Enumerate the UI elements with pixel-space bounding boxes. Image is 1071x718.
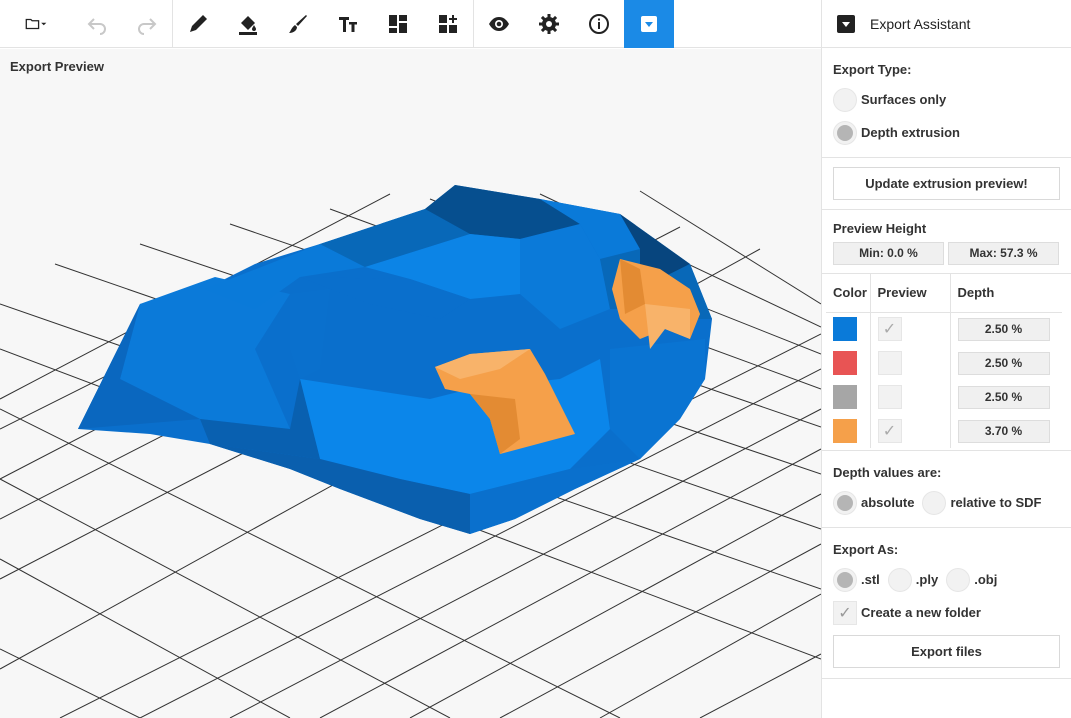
viewport-title: Export Preview: [10, 59, 104, 74]
absolute-radio[interactable]: [833, 490, 857, 515]
color-cell: [826, 346, 870, 380]
panel-header: Export Assistant: [822, 0, 1071, 48]
table-row: 2.50 %: [826, 380, 1062, 414]
new-folder-checkbox[interactable]: ✓: [833, 600, 857, 625]
color-swatch[interactable]: [833, 419, 857, 443]
preview-checkbox[interactable]: [877, 385, 902, 409]
obj-label: .obj: [974, 572, 998, 587]
depth-input[interactable]: 3.70 %: [957, 419, 1050, 443]
ply-option[interactable]: .ply: [887, 567, 939, 592]
preview-height-section: Preview Height Min: 0.0 % Max: 57.3 %: [822, 210, 1071, 274]
stl-radio[interactable]: [833, 567, 857, 592]
preview-cell: ✓: [869, 414, 950, 448]
panel-title: Export Assistant: [870, 15, 971, 32]
color-cell: [826, 414, 870, 448]
color-swatch[interactable]: [833, 317, 857, 342]
info-icon[interactable]: [574, 0, 624, 48]
add-widget-icon[interactable]: [423, 0, 473, 48]
surfaces-only-radio[interactable]: [833, 87, 857, 112]
table-row: 2.50 %: [826, 346, 1062, 380]
export-as-label: Export As:: [833, 542, 899, 557]
export-files-button[interactable]: Export files: [833, 635, 1060, 668]
mesh-model: [78, 185, 712, 534]
layout-icon[interactable]: [373, 0, 423, 48]
export-icon[interactable]: [624, 0, 674, 48]
depth-cell: 2.50 %: [949, 380, 1062, 414]
ply-label: .ply: [915, 572, 939, 587]
depth-values-label: Depth values are:: [833, 465, 942, 480]
export-preview-viewport[interactable]: Export Preview: [0, 49, 821, 718]
preview-height-label: Preview Height: [833, 221, 927, 236]
depth-cell: 3.70 %: [949, 414, 1062, 448]
relative-to-sdf-label: relative to SDF: [950, 495, 1042, 510]
preview-checkbox[interactable]: [877, 351, 902, 375]
export-type-section: Export Type: Surfaces only Depth extrusi…: [822, 48, 1071, 158]
preview-cell: [869, 380, 950, 414]
color-cell: [826, 312, 870, 346]
redo-icon[interactable]: [122, 0, 172, 48]
brush-icon[interactable]: [273, 0, 323, 48]
fill-icon[interactable]: [223, 0, 273, 48]
obj-radio[interactable]: [946, 567, 971, 592]
preview-height-max[interactable]: Max: 57.3 %: [948, 242, 1059, 265]
preview-checkbox[interactable]: ✓: [877, 317, 902, 342]
depth-cell: 2.50 %: [949, 346, 1062, 380]
depth-input[interactable]: 2.50 %: [957, 317, 1050, 341]
gear-icon[interactable]: [524, 0, 574, 48]
depth-values-section: Depth values are: absolute relative to S…: [822, 451, 1071, 528]
ply-radio[interactable]: [887, 567, 912, 592]
stl-label: .stl: [861, 572, 880, 587]
text-icon[interactable]: [323, 0, 373, 48]
table-row: ✓ 2.50 %: [826, 312, 1062, 346]
relative-to-sdf-option[interactable]: relative to SDF: [922, 490, 1042, 515]
toolbar: [0, 0, 821, 48]
color-column-header: Color: [826, 274, 870, 313]
preview-column-header: Preview: [869, 274, 950, 313]
stl-option[interactable]: .stl: [833, 567, 880, 592]
color-cell: [826, 380, 870, 414]
pencil-icon[interactable]: [173, 0, 223, 48]
update-section: Update extrusion preview!: [822, 158, 1071, 210]
relative-to-sdf-radio[interactable]: [922, 490, 947, 515]
depth-input[interactable]: 2.50 %: [957, 351, 1050, 375]
folder-menu-icon[interactable]: [0, 0, 72, 48]
3d-preview-scene[interactable]: [0, 49, 821, 718]
obj-option[interactable]: .obj: [946, 567, 998, 592]
surfaces-only-label: Surfaces only: [861, 92, 947, 107]
new-folder-label: Create a new folder: [861, 605, 981, 620]
export-assistant-panel: Export Assistant Export Type: Surfaces o…: [821, 0, 1071, 718]
table-row: ✓ 3.70 %: [826, 414, 1062, 448]
export-icon: [837, 14, 855, 33]
depth-column-header: Depth: [949, 274, 1062, 313]
depth-extrusion-radio[interactable]: [833, 120, 857, 145]
absolute-option[interactable]: absolute: [833, 490, 915, 515]
depth-input[interactable]: 2.50 %: [957, 385, 1050, 409]
update-extrusion-preview-button[interactable]: Update extrusion preview!: [833, 167, 1060, 200]
depth-cell: 2.50 %: [949, 312, 1062, 346]
undo-icon[interactable]: [72, 0, 122, 48]
surfaces-only-option[interactable]: Surfaces only: [833, 83, 1060, 116]
color-swatch[interactable]: [833, 351, 857, 375]
preview-checkbox[interactable]: ✓: [877, 419, 902, 443]
depth-extrusion-label: Depth extrusion: [861, 125, 960, 140]
depth-extrusion-option[interactable]: Depth extrusion: [833, 116, 1060, 149]
depth-table-section: Color Preview Depth ✓ 2.50 % 2.50 % 2.50 % ✓…: [822, 274, 1071, 451]
new-folder-option[interactable]: ✓ Create a new folder: [833, 596, 1060, 629]
export-as-section: Export As: .stl .ply .obj ✓ Create a new…: [822, 528, 1071, 679]
preview-cell: [869, 346, 950, 380]
eye-icon[interactable]: [474, 0, 524, 48]
color-swatch[interactable]: [833, 385, 857, 409]
preview-height-min[interactable]: Min: 0.0 %: [833, 242, 944, 265]
absolute-label: absolute: [861, 495, 915, 510]
color-depth-table: Color Preview Depth ✓ 2.50 % 2.50 % 2.50 % ✓…: [826, 274, 1062, 448]
preview-cell: ✓: [869, 312, 950, 346]
export-type-label: Export Type:: [833, 62, 912, 77]
